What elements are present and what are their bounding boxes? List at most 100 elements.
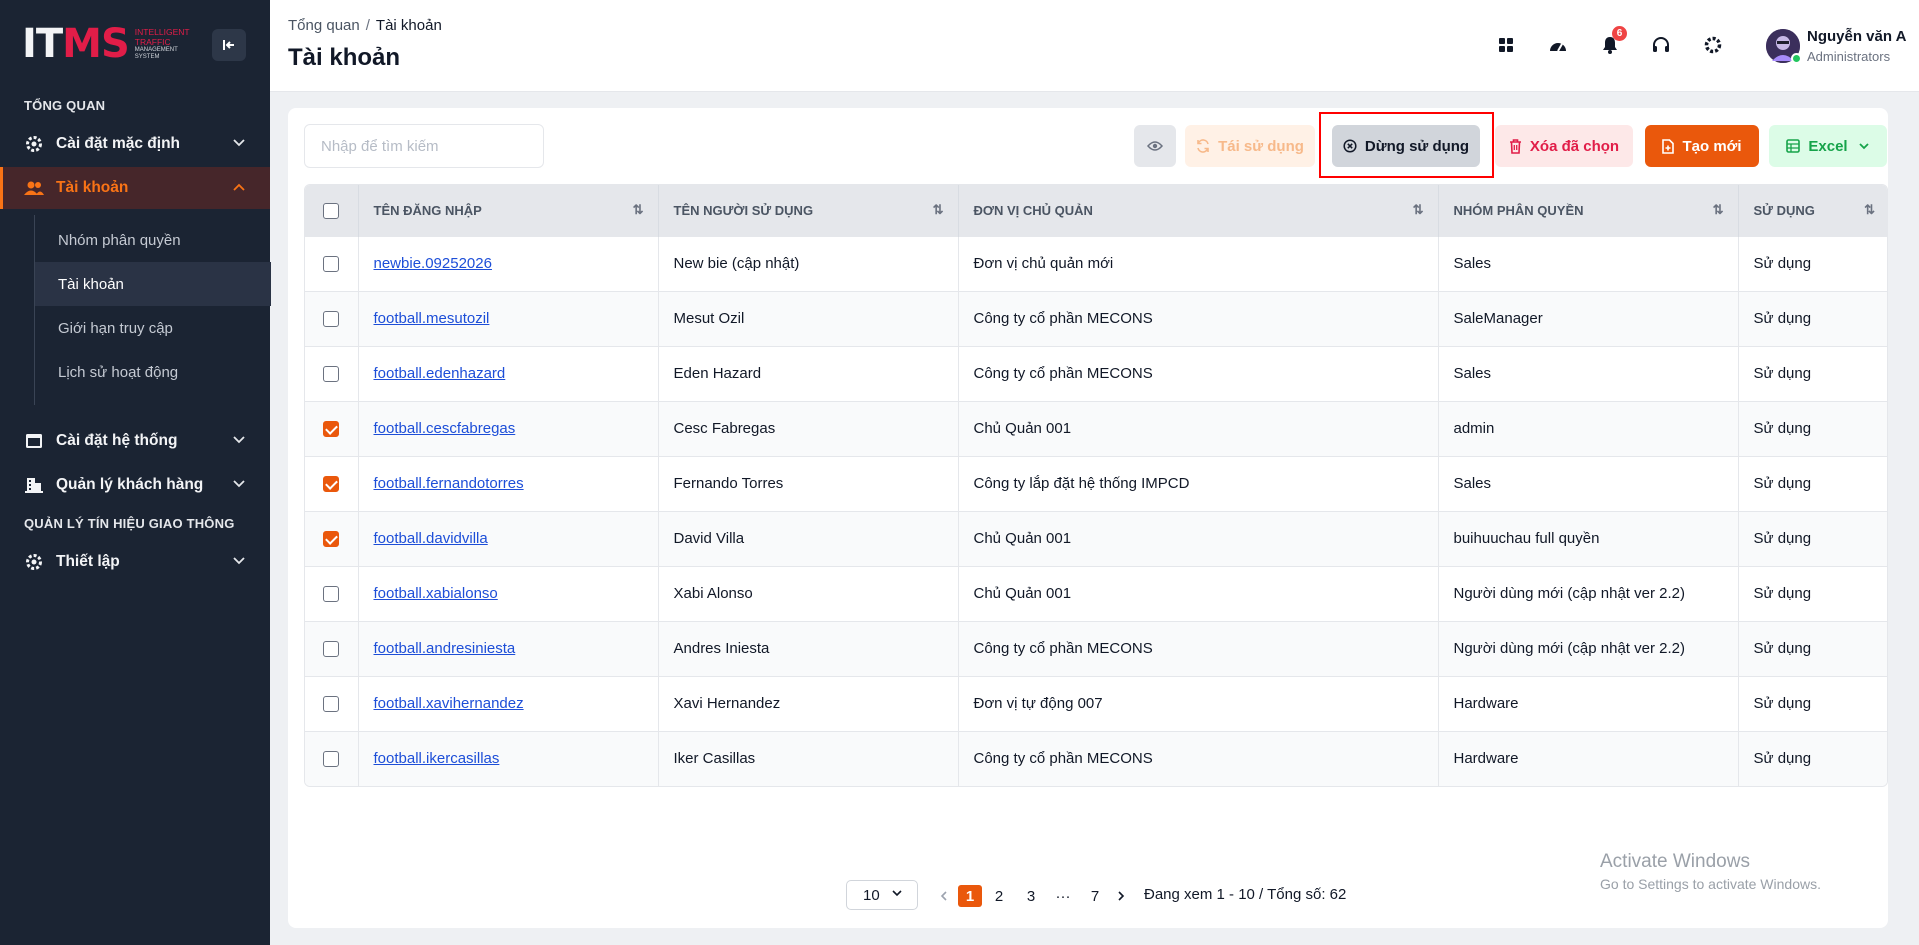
column-header-label: TÊN NGƯỜI SỬ DỤNG <box>673 202 814 218</box>
sort-icon[interactable]: ⇅ <box>1713 202 1724 218</box>
row-checkbox[interactable] <box>323 366 340 383</box>
logo-sub-line: TRAFFIC <box>134 37 171 47</box>
stop-using-button-label: Dừng sử dụng <box>1364 137 1470 155</box>
select-all-cell <box>305 185 359 236</box>
table-row: football.ikercasillas Iker Casillas Công… <box>305 730 1887 786</box>
nav-default-settings[interactable]: Cài đặt mặc định <box>0 123 270 165</box>
select-all-checkbox[interactable] <box>323 202 340 219</box>
page-button-7[interactable]: 7 <box>1083 885 1107 907</box>
username-link[interactable]: football.fernandotorres <box>374 475 524 492</box>
table-header-row: TÊN ĐĂNG NHẬP ⇅ TÊN NGƯỜI SỬ DỤNG ⇅ ĐƠN VỊ… <box>305 185 1887 236</box>
search-input[interactable] <box>304 124 544 168</box>
next-page-button[interactable] <box>1109 885 1133 907</box>
gear-icon <box>24 552 44 572</box>
column-header-status[interactable]: SỬ DỤNG ⇅ <box>1738 185 1887 236</box>
logo[interactable]: ITMS INTELLIGENT TRAFFIC MANAGEMENT SYST… <box>22 22 190 66</box>
nav-system-settings[interactable]: Cài đặt hệ thống <box>0 420 270 462</box>
chevron-down-icon <box>892 890 902 897</box>
sub-item-accounts[interactable]: Tài khoản <box>35 262 271 306</box>
avatar[interactable] <box>1766 29 1802 64</box>
row-checkbox[interactable] <box>323 256 340 273</box>
status-cell: Sử dụng <box>1738 400 1887 456</box>
logo-sub-line: SYSTEM <box>134 54 160 60</box>
nav-accounts[interactable]: Tài khoản <box>0 167 270 209</box>
row-checkbox[interactable] <box>323 531 340 548</box>
sort-icon[interactable]: ⇅ <box>1864 202 1875 218</box>
section-title-traffic-signal: QUẢN LÝ TÍN HIỆU GIAO THÔNG <box>24 516 235 531</box>
group-cell: buihuuchau full quyền <box>1438 510 1739 566</box>
row-checkbox[interactable] <box>323 696 340 713</box>
username-cell: football.cescfabregas <box>358 400 659 456</box>
column-header-group[interactable]: NHÓM PHÂN QUYỀN ⇅ <box>1438 185 1739 236</box>
fullname-cell: Eden Hazard <box>658 345 959 401</box>
username-link[interactable]: football.edenhazard <box>374 365 506 382</box>
breadcrumb-item-overview[interactable]: Tổng quan <box>288 17 360 34</box>
reuse-button[interactable]: Tái sử dụng <box>1185 125 1315 167</box>
prev-page-button[interactable] <box>932 885 956 907</box>
row-checkbox[interactable] <box>323 311 340 328</box>
row-select-cell <box>305 235 359 291</box>
dashboard-button[interactable] <box>1543 30 1573 60</box>
apps-grid-button[interactable] <box>1491 30 1521 60</box>
row-checkbox[interactable] <box>323 641 340 658</box>
column-header-username[interactable]: TÊN ĐĂNG NHẬP ⇅ <box>358 185 659 236</box>
row-checkbox[interactable] <box>323 586 340 603</box>
row-select-cell <box>305 455 359 511</box>
page-button-3[interactable]: 3 <box>1019 885 1043 907</box>
fullname-cell: David Villa <box>658 510 959 566</box>
column-header-fullname[interactable]: TÊN NGƯỜI SỬ DỤNG ⇅ <box>658 185 959 236</box>
sort-icon[interactable]: ⇅ <box>633 202 644 218</box>
nav-setup[interactable]: Thiết lập <box>0 541 270 583</box>
unit-cell: Chủ Quản 001 <box>958 400 1439 456</box>
user-name[interactable]: Nguyễn văn A <box>1807 28 1906 45</box>
file-plus-icon <box>1662 138 1675 154</box>
status-cell: Sử dụng <box>1738 510 1887 566</box>
notifications-button[interactable]: 6 <box>1595 26 1627 60</box>
logo-text-a: IT <box>22 21 63 67</box>
logo-text-b: MS <box>62 21 130 67</box>
group-cell: SaleManager <box>1438 290 1739 346</box>
column-header-unit[interactable]: ĐƠN VỊ CHỦ QUẢN ⇅ <box>958 185 1439 236</box>
username-link[interactable]: football.davidvilla <box>374 530 488 547</box>
stop-using-button[interactable]: Dừng sử dụng <box>1332 125 1480 167</box>
sub-item-permission-groups[interactable]: Nhóm phân quyền <box>35 218 271 262</box>
fullname-cell: Andres Iniesta <box>658 620 959 676</box>
page-button-1[interactable]: 1 <box>958 885 982 907</box>
collapse-sidebar-button[interactable] <box>212 29 246 61</box>
sub-item-activity-history[interactable]: Lịch sử hoạt động <box>35 350 271 394</box>
sub-item-access-limits[interactable]: Giới hạn truy cập <box>35 306 271 350</box>
username-link[interactable]: newbie.09252026 <box>374 255 492 272</box>
unit-cell: Công ty cổ phần MECONS <box>958 620 1439 676</box>
row-checkbox[interactable] <box>323 421 340 438</box>
online-status-dot <box>1791 53 1802 64</box>
username-link[interactable]: football.ikercasillas <box>374 750 500 767</box>
page-size-select[interactable]: 10 <box>846 880 918 910</box>
sort-icon[interactable]: ⇅ <box>1413 202 1424 218</box>
table-row: football.edenhazard Eden Hazard Công ty … <box>305 345 1887 401</box>
support-button[interactable] <box>1646 30 1676 60</box>
window-icon <box>24 431 44 451</box>
username-link[interactable]: football.xabialonso <box>374 585 498 602</box>
page-button-2[interactable]: 2 <box>987 885 1011 907</box>
status-cell: Sử dụng <box>1738 730 1887 786</box>
excel-dropdown-button[interactable]: Excel <box>1769 125 1887 167</box>
nav-customer-management[interactable]: Quản lý khách hàng <box>0 464 270 506</box>
username-link[interactable]: football.xavihernandez <box>374 695 524 712</box>
username-link[interactable]: football.andresiniesta <box>374 640 516 657</box>
nav-label: Cài đặt hệ thống <box>56 432 178 449</box>
delete-selected-button[interactable]: Xóa đã chọn <box>1495 125 1633 167</box>
table-row: football.andresiniesta Andres Iniesta Cô… <box>305 620 1887 676</box>
row-checkbox[interactable] <box>323 751 340 768</box>
sort-icon[interactable]: ⇅ <box>933 202 944 218</box>
column-header-label: NHÓM PHÂN QUYỀN <box>1453 202 1584 218</box>
username-link[interactable]: football.mesutozil <box>374 310 490 327</box>
view-button[interactable] <box>1134 125 1176 167</box>
row-checkbox[interactable] <box>323 476 340 493</box>
create-new-button[interactable]: Tạo mới <box>1645 125 1759 167</box>
username-link[interactable]: football.cescfabregas <box>374 420 516 437</box>
group-cell: Người dùng mới (cập nhật ver 2.2) <box>1438 565 1739 621</box>
table-row: football.xabialonso Xabi Alonso Chủ Quản… <box>305 565 1887 621</box>
page-ellipsis[interactable]: ··· <box>1051 885 1075 907</box>
settings-button[interactable] <box>1698 30 1728 60</box>
row-select-cell <box>305 565 359 621</box>
